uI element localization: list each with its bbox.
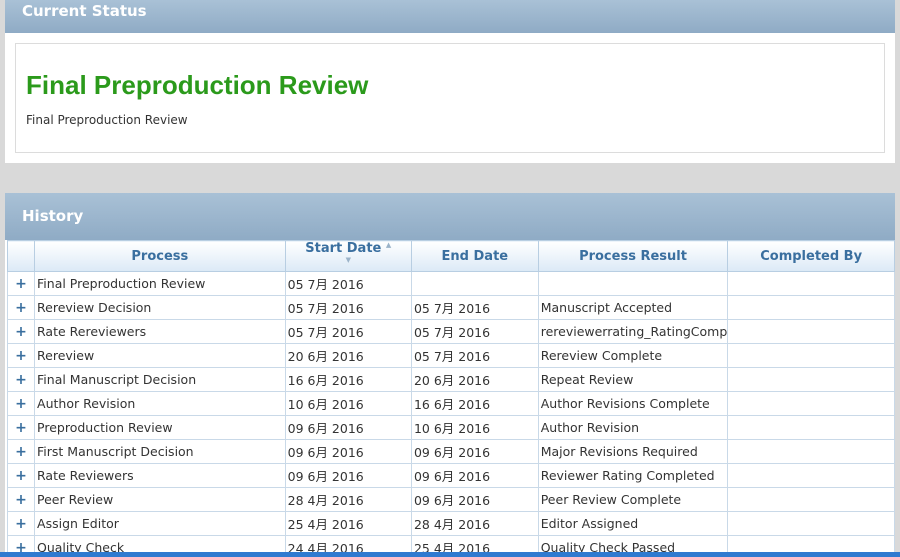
cell-start-date: 05 7月 2016: [284, 319, 412, 344]
column-header-start-date[interactable]: Start Date ▲ ▼: [284, 240, 412, 272]
column-header-completed-by[interactable]: Completed By: [727, 240, 895, 272]
history-table-row: + Peer Review 28 4月 2016 09 6月 2016 Peer Rev…: [6, 487, 895, 512]
cell-process: Rate Rereviewers: [34, 319, 286, 344]
history-header-label: History: [22, 207, 84, 225]
cell-end-date: 09 6月 2016: [410, 487, 539, 512]
cell-completed-by: [727, 487, 895, 512]
cell-process: Rereview Decision: [34, 295, 286, 320]
cell-start-date: 10 6月 2016: [284, 391, 412, 416]
history-table-row: + Preproduction Review 09 6月 2016 10 6月 201…: [6, 415, 895, 440]
cell-completed-by: [727, 463, 895, 488]
cell-process: Author Revision: [34, 391, 286, 416]
cell-process-result: Repeat Review: [537, 367, 729, 392]
history-header: History: [5, 193, 895, 240]
expand-row-icon[interactable]: +: [6, 391, 36, 416]
cell-end-date: 09 6月 2016: [410, 463, 539, 488]
cell-completed-by: [727, 295, 895, 320]
cell-completed-by: [727, 415, 895, 440]
cell-process-result: Editor Assigned: [537, 511, 729, 536]
expand-row-icon[interactable]: +: [6, 319, 36, 344]
history-table-row: + Rate Rereviewers 05 7月 2016 05 7月 2016 rer…: [6, 319, 895, 344]
cell-process: Preproduction Review: [34, 415, 286, 440]
cell-process-result: Major Revisions Required: [537, 439, 729, 464]
cell-end-date: 20 6月 2016: [410, 367, 539, 392]
current-status-subtitle: Final Preproduction Review: [26, 113, 188, 127]
expand-row-icon[interactable]: +: [6, 271, 36, 296]
history-table-row: + Rereview 20 6月 2016 05 7月 2016 Rereview Co…: [6, 343, 895, 368]
history-table-row: + Assign Editor 25 4月 2016 28 4月 2016 Editor…: [6, 511, 895, 536]
cell-completed-by: [727, 439, 895, 464]
cell-process-result: Reviewer Rating Completed: [537, 463, 729, 488]
history-table: Process Start Date ▲ ▼ End Date Process R…: [6, 240, 895, 557]
cell-process-result: Peer Review Complete: [537, 487, 729, 512]
expand-row-icon[interactable]: +: [6, 415, 36, 440]
cell-process-result: rereviewerrating_RatingComp: [537, 319, 729, 344]
current-status-header-label: Current Status: [22, 2, 147, 20]
cell-completed-by: [727, 319, 895, 344]
expand-column-header: [6, 240, 36, 272]
history-table-row: + Final Preproduction Review 05 7月 2016: [6, 271, 895, 296]
cell-process: Rereview: [34, 343, 286, 368]
cell-process-result: Rereview Complete: [537, 343, 729, 368]
cell-process-result: Author Revisions Complete: [537, 391, 729, 416]
window-bottom-bar: [0, 552, 900, 557]
expand-row-icon[interactable]: +: [6, 439, 36, 464]
cell-start-date: 05 7月 2016: [284, 295, 412, 320]
expand-row-icon[interactable]: +: [6, 343, 36, 368]
history-panel: Process Start Date ▲ ▼ End Date Process R…: [5, 240, 895, 557]
cell-completed-by: [727, 511, 895, 536]
cell-start-date: 09 6月 2016: [284, 439, 412, 464]
cell-start-date: 05 7月 2016: [284, 271, 412, 296]
cell-completed-by: [727, 367, 895, 392]
column-header-process[interactable]: Process: [34, 240, 286, 272]
cell-completed-by: [727, 271, 895, 296]
cell-start-date: 20 6月 2016: [284, 343, 412, 368]
cell-process: Final Manuscript Decision: [34, 367, 286, 392]
cell-start-date: 25 4月 2016: [284, 511, 412, 536]
current-status-box: Final Preproduction Review Final Preprod…: [15, 43, 885, 153]
current-status-header: Current Status: [5, 0, 895, 33]
expand-row-icon[interactable]: +: [6, 367, 36, 392]
cell-completed-by: [727, 391, 895, 416]
history-table-row: + First Manuscript Decision 09 6月 2016 09 6…: [6, 439, 895, 464]
cell-end-date: 28 4月 2016: [410, 511, 539, 536]
history-table-header-row: Process Start Date ▲ ▼ End Date Process R…: [6, 240, 895, 272]
current-status-title: Final Preproduction Review: [26, 70, 369, 100]
cell-end-date: 05 7月 2016: [410, 319, 539, 344]
history-table-row: + Author Revision 10 6月 2016 16 6月 2016 Auth…: [6, 391, 895, 416]
column-header-end-date[interactable]: End Date: [410, 240, 539, 272]
cell-start-date: 09 6月 2016: [284, 463, 412, 488]
expand-row-icon[interactable]: +: [6, 487, 36, 512]
cell-start-date: 28 4月 2016: [284, 487, 412, 512]
cell-end-date: 05 7月 2016: [410, 343, 539, 368]
cell-process-result: Manuscript Accepted: [537, 295, 729, 320]
cell-end-date: 16 6月 2016: [410, 391, 539, 416]
expand-row-icon[interactable]: +: [6, 463, 36, 488]
cell-completed-by: [727, 343, 895, 368]
cell-process: Final Preproduction Review: [34, 271, 286, 296]
cell-end-date: 05 7月 2016: [410, 295, 539, 320]
history-table-row: + Rereview Decision 05 7月 2016 05 7月 2016 Ma…: [6, 295, 895, 320]
cell-process: Assign Editor: [34, 511, 286, 536]
history-table-row: + Final Manuscript Decision 16 6月 2016 20 6…: [6, 367, 895, 392]
cell-process: First Manuscript Decision: [34, 439, 286, 464]
history-table-row: + Rate Reviewers 09 6月 2016 09 6月 2016 Revie…: [6, 463, 895, 488]
expand-row-icon[interactable]: +: [6, 295, 36, 320]
current-status-panel: Final Preproduction Review Final Preprod…: [5, 33, 895, 163]
column-header-process-result[interactable]: Process Result: [537, 240, 729, 272]
cell-process: Peer Review: [34, 487, 286, 512]
cell-process-result: Author Revision: [537, 415, 729, 440]
cell-start-date: 09 6月 2016: [284, 415, 412, 440]
cell-end-date: [410, 271, 539, 296]
cell-start-date: 16 6月 2016: [284, 367, 412, 392]
expand-row-icon[interactable]: +: [6, 511, 36, 536]
cell-end-date: 10 6月 2016: [410, 415, 539, 440]
cell-process-result: [537, 271, 729, 296]
cell-process: Rate Reviewers: [34, 463, 286, 488]
cell-end-date: 09 6月 2016: [410, 439, 539, 464]
